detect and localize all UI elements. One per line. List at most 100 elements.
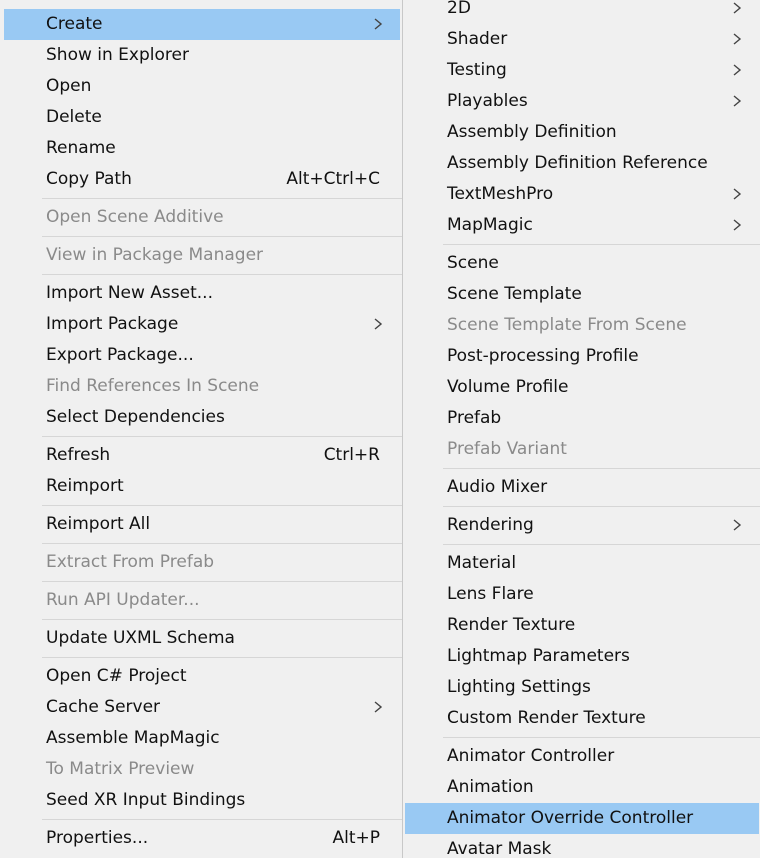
chevron-right-icon: [727, 515, 747, 535]
context-menu-item-label: To Matrix Preview: [46, 759, 195, 779]
create-submenu-item-render-texture[interactable]: Render Texture: [405, 610, 759, 641]
context-menu-item-label: Seed XR Input Bindings: [46, 790, 246, 810]
context-menu-separator: [42, 436, 402, 437]
context-menu-item-label: Show in Explorer: [46, 45, 189, 65]
context-menu-item-label: Cache Server: [46, 697, 161, 717]
context-menu-item-label: Properties...: [46, 828, 149, 848]
chevron-right-icon: [727, 60, 747, 80]
context-menu-item-label: Run API Updater...: [46, 590, 200, 610]
create-submenu-item-mapmagic[interactable]: MapMagic: [405, 210, 759, 241]
create-submenu-separator: [443, 244, 760, 245]
create-submenu-item-label: Rendering: [447, 515, 534, 535]
create-submenu-separator: [443, 737, 760, 738]
create-submenu-item-lightmap-parameters[interactable]: Lightmap Parameters: [405, 641, 759, 672]
create-submenu-item-label: Playables: [447, 91, 528, 111]
context-menu-item-show-in-explorer[interactable]: Show in Explorer: [4, 40, 400, 71]
context-menu-item-label: Open Scene Additive: [46, 207, 224, 227]
create-submenu-item-label: Animator Controller: [447, 746, 615, 766]
context-menu-item-label: Rename: [46, 138, 116, 158]
context-menu-item-create[interactable]: Create: [4, 9, 400, 40]
context-menu-item-label: Select Dependencies: [46, 407, 225, 427]
context-menu-item-rename[interactable]: Rename: [4, 133, 400, 164]
create-submenu-item-testing[interactable]: Testing: [405, 55, 759, 86]
create-submenu-item-scene[interactable]: Scene: [405, 248, 759, 279]
context-menu-item-to-matrix-preview: To Matrix Preview: [4, 754, 400, 785]
context-menu-separator: [42, 236, 402, 237]
create-submenu-item-assembly-definition[interactable]: Assembly Definition: [405, 117, 759, 148]
context-menu-item-label: Assemble MapMagic: [46, 728, 220, 748]
create-submenu-item-lens-flare[interactable]: Lens Flare: [405, 579, 759, 610]
context-menu-item-label: Find References In Scene: [46, 376, 260, 396]
create-submenu-item-prefab[interactable]: Prefab: [405, 403, 759, 434]
context-menu-item-label: Import New Asset...: [46, 283, 213, 303]
context-menu-item-copy-path[interactable]: Copy Path Alt+Ctrl+C: [4, 164, 400, 195]
create-submenu-item-label: Scene: [447, 253, 499, 273]
create-submenu-item-animation[interactable]: Animation: [405, 772, 759, 803]
create-submenu-item-playables[interactable]: Playables: [405, 86, 759, 117]
create-submenu-separator: [443, 544, 760, 545]
create-submenu-item-audio-mixer[interactable]: Audio Mixer: [405, 472, 759, 503]
context-menu-item-open[interactable]: Open: [4, 71, 400, 102]
create-submenu-item-label: Custom Render Texture: [447, 708, 646, 728]
context-menu-separator: [42, 581, 402, 582]
create-submenu-item-label: Render Texture: [447, 615, 576, 635]
context-menu-item-properties[interactable]: Properties... Alt+P: [4, 823, 400, 854]
create-submenu-item-label: TextMeshPro: [447, 184, 554, 204]
create-submenu-item-custom-render-texture[interactable]: Custom Render Texture: [405, 703, 759, 734]
create-submenu-item-label: Lens Flare: [447, 584, 534, 604]
context-menu-item-import-new-asset[interactable]: Import New Asset...: [4, 278, 400, 309]
context-menu-item-reimport[interactable]: Reimport: [4, 471, 400, 502]
create-submenu-item-label: Assembly Definition Reference: [447, 153, 708, 173]
shortcut-label: Alt+P: [332, 828, 380, 848]
context-menu-item-delete[interactable]: Delete: [4, 102, 400, 133]
context-menu-item-import-package[interactable]: Import Package: [4, 309, 400, 340]
create-submenu-item-scene-template[interactable]: Scene Template: [405, 279, 759, 310]
context-menu-item-assemble-mapmagic[interactable]: Assemble MapMagic: [4, 723, 400, 754]
context-menu-item-export-package[interactable]: Export Package...: [4, 340, 400, 371]
context-menu-item-view-in-package-manager: View in Package Manager: [4, 240, 400, 271]
context-menu-item-select-dependencies[interactable]: Select Dependencies: [4, 402, 400, 433]
context-menu-item-label: Extract From Prefab: [46, 552, 215, 572]
chevron-right-icon: [727, 29, 747, 49]
chevron-right-icon: [368, 697, 388, 717]
create-submenu-item-label: Audio Mixer: [447, 477, 548, 497]
create-submenu-item-post-processing-profile[interactable]: Post-processing Profile: [405, 341, 759, 372]
create-submenu-item-rendering[interactable]: Rendering: [405, 510, 759, 541]
create-submenu-item-label: MapMagic: [447, 215, 533, 235]
create-submenu-item-label: Prefab Variant: [447, 439, 567, 459]
context-menu-item-open-c-project[interactable]: Open C# Project: [4, 661, 400, 692]
create-submenu-item-label: Scene Template From Scene: [447, 315, 687, 335]
context-menu-item-find-references-in-scene: Find References In Scene: [4, 371, 400, 402]
create-submenu-item-textmeshpro[interactable]: TextMeshPro: [405, 179, 759, 210]
create-submenu-separator: [443, 468, 760, 469]
context-menu-item-update-uxml-schema[interactable]: Update UXML Schema: [4, 623, 400, 654]
create-submenu-item-avatar-mask[interactable]: Avatar Mask: [405, 834, 759, 858]
create-submenu-item-volume-profile[interactable]: Volume Profile: [405, 372, 759, 403]
context-menu-item-label: Export Package...: [46, 345, 194, 365]
context-menu-item-reimport-all[interactable]: Reimport All: [4, 509, 400, 540]
create-submenu-item-label: Animator Override Controller: [447, 808, 694, 828]
create-submenu-item-material[interactable]: Material: [405, 548, 759, 579]
context-menu-item-label: Refresh: [46, 445, 111, 465]
context-menu-item-open-scene-additive: Open Scene Additive: [4, 202, 400, 233]
create-submenu-item-label: Lightmap Parameters: [447, 646, 630, 666]
create-submenu-item-shader[interactable]: Shader: [405, 24, 759, 55]
create-submenu-item-animator-controller[interactable]: Animator Controller: [405, 741, 759, 772]
create-submenu-item-2d[interactable]: 2D: [405, 0, 759, 24]
create-submenu-item-assembly-definition-reference[interactable]: Assembly Definition Reference: [405, 148, 759, 179]
context-menu-separator: [42, 505, 402, 506]
shortcut-label: Alt+Ctrl+C: [286, 169, 380, 189]
context-menu-item-label: Delete: [46, 107, 102, 127]
create-submenu-item-lighting-settings[interactable]: Lighting Settings: [405, 672, 759, 703]
create-submenu-item-label: Scene Template: [447, 284, 582, 304]
chevron-right-icon: [368, 314, 388, 334]
context-menu-item-extract-from-prefab: Extract From Prefab: [4, 547, 400, 578]
context-menu-item-seed-xr-input-bindings[interactable]: Seed XR Input Bindings: [4, 785, 400, 816]
context-menu-item-label: Open: [46, 76, 92, 96]
create-submenu-item-label: Material: [447, 553, 517, 573]
create-submenu-item-scene-template-from-scene: Scene Template From Scene: [405, 310, 759, 341]
context-menu-item-cache-server[interactable]: Cache Server: [4, 692, 400, 723]
create-submenu-item-animator-override-controller[interactable]: Animator Override Controller: [405, 803, 759, 834]
context-menu-item-refresh[interactable]: Refresh Ctrl+R: [4, 440, 400, 471]
create-submenu-item-label: 2D: [447, 0, 471, 18]
